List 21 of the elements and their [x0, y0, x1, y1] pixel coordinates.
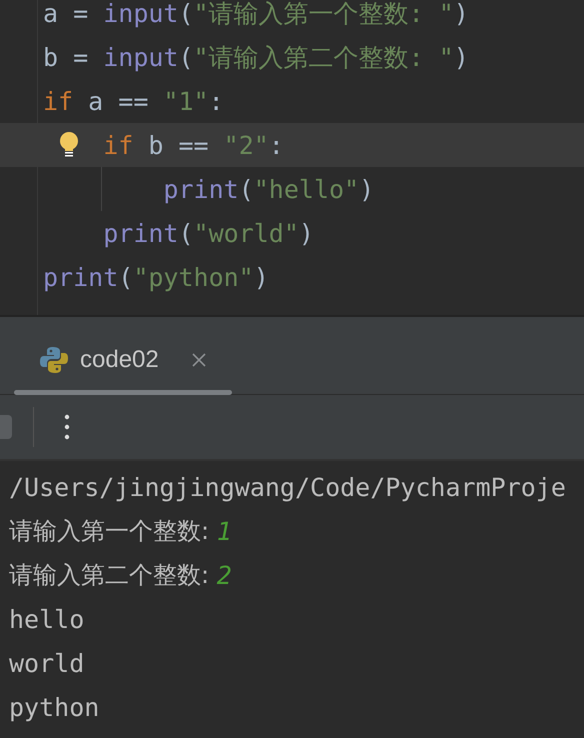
code-line: if a == "1": — [43, 88, 224, 114]
code-line: print("hello") — [163, 176, 374, 202]
code-line: print("world") — [103, 220, 314, 246]
console-input-text: 2 — [216, 562, 232, 588]
run-tab[interactable]: code02 — [14, 316, 232, 394]
code-line: a = input("请输入第一个整数: ") — [43, 0, 469, 26]
lightbulb-icon[interactable] — [59, 131, 79, 159]
code-line: b = input("请输入第二个整数: ") — [43, 44, 469, 70]
close-icon[interactable] — [190, 352, 207, 368]
python-icon — [40, 346, 68, 374]
console-input-text: 1 — [216, 518, 232, 544]
tab-label: code02 — [80, 345, 159, 375]
console-prompt: 请输入第一个整数: — [9, 519, 210, 543]
code-line: if b == "2": — [103, 132, 284, 158]
code-line: print("python") — [43, 264, 269, 290]
more-options-icon[interactable] — [63, 414, 71, 440]
console-prompt: 请输入第二个整数: — [9, 563, 210, 587]
console-line: hello — [9, 606, 84, 632]
console-line: python — [9, 694, 100, 720]
console-line: /Users/jingjingwang/Code/PycharmProje — [9, 474, 566, 500]
console-line: world — [9, 650, 84, 676]
